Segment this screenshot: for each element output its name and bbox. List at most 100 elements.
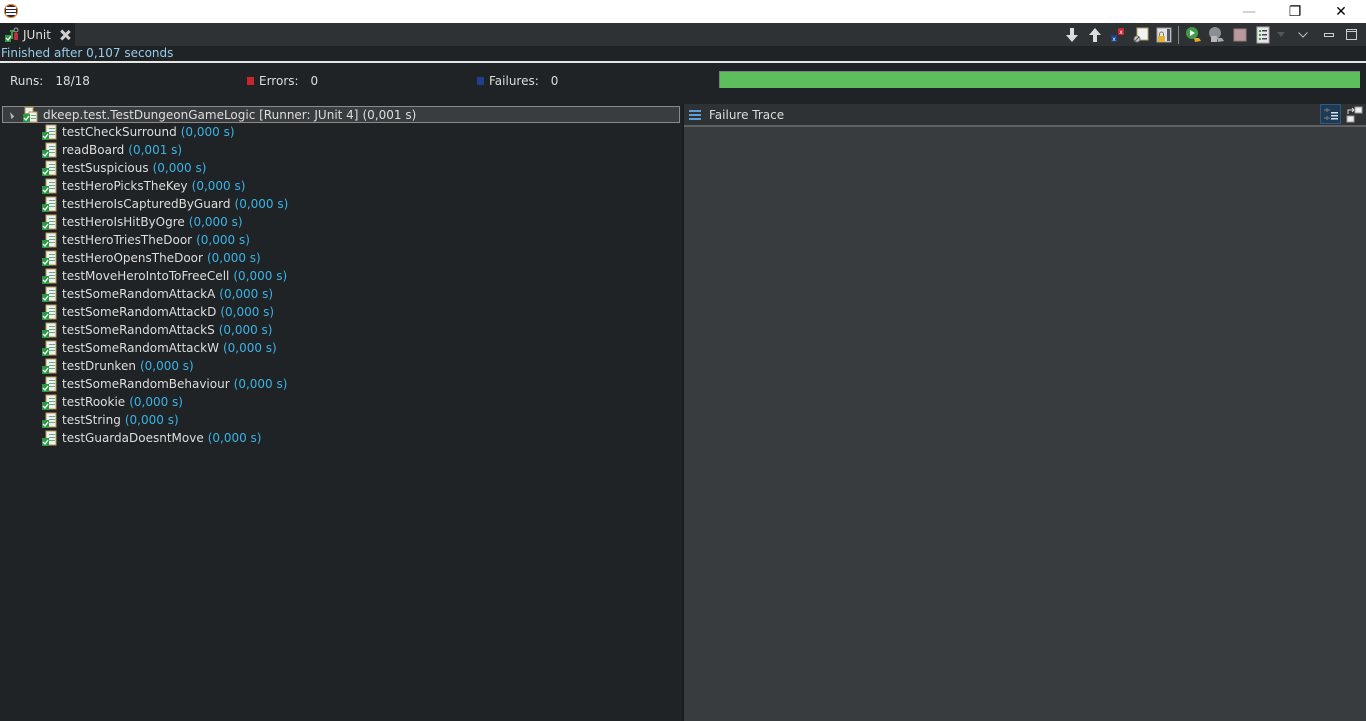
test-name: testSomeRandomAttackS <box>62 323 215 337</box>
test-ok-icon <box>41 178 57 194</box>
tab-junit[interactable]: JUnit <box>0 23 75 46</box>
test-case-row[interactable]: testCheckSurround (0,000 s) <box>41 123 235 141</box>
test-time: (0,000 s) <box>233 269 288 283</box>
test-ok-icon <box>41 412 57 428</box>
dropdown-arrow-icon <box>1277 31 1285 37</box>
errors-value: 0 <box>310 74 319 88</box>
test-name: testString <box>62 413 121 427</box>
eclipse-icon <box>4 4 18 18</box>
test-time: (0,000 s) <box>222 341 277 355</box>
test-case-row[interactable]: testSomeRandomAttackS (0,000 s) <box>41 321 272 339</box>
test-case-row[interactable]: testHeroPicksTheKey (0,000 s) <box>41 177 245 195</box>
arrow-down-icon <box>1065 27 1078 42</box>
test-case-row[interactable]: testHeroIsHitByOgre (0,000 s) <box>41 213 243 231</box>
test-name: testGuardaDoesntMove <box>62 431 204 445</box>
minimize-icon <box>1324 32 1334 37</box>
test-case-row[interactable]: testSomeRandomAttackW (0,000 s) <box>41 339 277 357</box>
test-time: (0,000 s) <box>218 323 273 337</box>
test-name: testCheckSurround <box>62 125 177 139</box>
test-name: testSomeRandomAttackW <box>62 341 219 355</box>
compare-results-button[interactable] <box>1345 106 1363 124</box>
test-case-row[interactable]: testSomeRandomAttackA (0,000 s) <box>41 285 273 303</box>
test-name: testRookie <box>62 395 126 409</box>
next-failure-button[interactable] <box>1060 23 1083 46</box>
junit-icon <box>4 27 20 43</box>
test-case-row[interactable]: testRookie (0,000 s) <box>41 393 183 411</box>
show-skipped-tests-button[interactable] <box>1129 23 1152 46</box>
scroll-lock-icon <box>1156 27 1171 42</box>
test-time: (0,000 s) <box>234 197 289 211</box>
previous-failure-button[interactable] <box>1083 23 1106 46</box>
test-time: (0,001 s) <box>128 143 183 157</box>
tab-label: JUnit <box>23 27 51 42</box>
test-ok-icon <box>41 160 57 176</box>
rerun-failed-first-button[interactable] <box>1205 23 1228 46</box>
filter-stack-trace-button[interactable] <box>1320 104 1341 124</box>
test-ok-icon <box>41 214 57 230</box>
test-time: (0,000 s) <box>220 305 275 319</box>
status-message: Finished after 0,107 seconds <box>0 46 1366 61</box>
test-case-row[interactable]: testSomeRandomAttackD (0,000 s) <box>41 303 274 321</box>
errors-counter: Errors: 0 <box>247 74 318 88</box>
test-name: testMoveHeroIntoToFreeCell <box>62 269 230 283</box>
test-ok-icon <box>41 124 57 140</box>
test-ok-icon <box>41 142 57 158</box>
test-name: testHeroIsCapturedByGuard <box>62 197 231 211</box>
view-menu-button[interactable] <box>1288 23 1318 46</box>
test-ok-icon <box>41 286 57 302</box>
failures-counter: Failures: 0 <box>477 74 558 88</box>
test-case-row[interactable]: testSomeRandomBehaviour (0,000 s) <box>41 375 287 393</box>
test-case-row[interactable]: readBoard (0,001 s) <box>41 141 182 159</box>
chevron-down-icon <box>1298 31 1308 38</box>
test-time: (0,000 s) <box>180 125 235 139</box>
tree-root-suite[interactable]: dkeep.test.TestDungeonGameLogic [Runner:… <box>2 106 680 123</box>
test-ok-icon <box>41 268 57 284</box>
test-ok-icon <box>41 250 57 266</box>
test-name: testHeroPicksTheKey <box>62 179 188 193</box>
test-case-row[interactable]: testDrunken (0,000 s) <box>41 357 194 375</box>
test-case-row[interactable]: testGuardaDoesntMove (0,000 s) <box>41 429 262 447</box>
expand-collapse-icon[interactable] <box>7 111 15 119</box>
maximize-view-button[interactable] <box>1340 23 1362 46</box>
suite-name: dkeep.test.TestDungeonGameLogic [Runner:… <box>43 107 359 122</box>
minimize-view-button[interactable] <box>1318 23 1340 46</box>
failures-value: 0 <box>550 74 559 88</box>
stop-icon <box>1233 28 1246 41</box>
scroll-lock-button[interactable] <box>1152 23 1175 46</box>
rerun-failed-icon <box>1208 26 1224 42</box>
rerun-icon <box>1185 26 1201 42</box>
test-time: (0,000 s) <box>207 431 262 445</box>
history-dropdown-button[interactable] <box>1274 23 1288 46</box>
test-time: (0,000 s) <box>139 359 194 373</box>
window-restore-button[interactable]: ❐ <box>1272 0 1318 23</box>
test-case-row[interactable]: testMoveHeroIntoToFreeCell (0,000 s) <box>41 267 287 285</box>
window-minimize-button[interactable]: — <box>1226 0 1272 23</box>
show-failures-only-button[interactable]: xx <box>1106 23 1129 46</box>
test-case-row[interactable]: testSuspicious (0,000 s) <box>41 159 206 177</box>
test-ok-icon <box>41 340 57 356</box>
test-case-row[interactable]: testString (0,000 s) <box>41 411 179 429</box>
close-icon[interactable] <box>59 29 71 41</box>
test-name: testSomeRandomAttackA <box>62 287 216 301</box>
test-run-history-button[interactable] <box>1251 23 1274 46</box>
test-ok-icon <box>41 394 57 410</box>
junit-toolbar: xx <box>1060 23 1362 46</box>
test-case-row[interactable]: testHeroOpensTheDoor (0,000 s) <box>41 249 261 267</box>
test-case-row[interactable]: testHeroIsCapturedByGuard (0,000 s) <box>41 195 288 213</box>
test-time: (0,000 s) <box>191 179 246 193</box>
test-ok-icon <box>41 322 57 338</box>
failure-icon <box>477 77 484 85</box>
test-ok-icon <box>41 196 57 212</box>
test-name: testDrunken <box>62 359 136 373</box>
test-tree[interactable]: dkeep.test.TestDungeonGameLogic [Runner:… <box>0 104 682 721</box>
arrow-up-icon <box>1088 27 1101 42</box>
stop-button[interactable] <box>1228 23 1251 46</box>
test-ok-icon <box>41 376 57 392</box>
test-name: testHeroOpensTheDoor <box>62 251 203 265</box>
test-name: testHeroTriesTheDoor <box>62 233 193 247</box>
test-time: (0,000 s) <box>233 377 288 391</box>
window-close-button[interactable]: ✕ <box>1318 0 1364 23</box>
rerun-test-button[interactable] <box>1182 23 1205 46</box>
test-case-row[interactable]: testHeroTriesTheDoor (0,000 s) <box>41 231 250 249</box>
compare-icon <box>1346 106 1363 123</box>
